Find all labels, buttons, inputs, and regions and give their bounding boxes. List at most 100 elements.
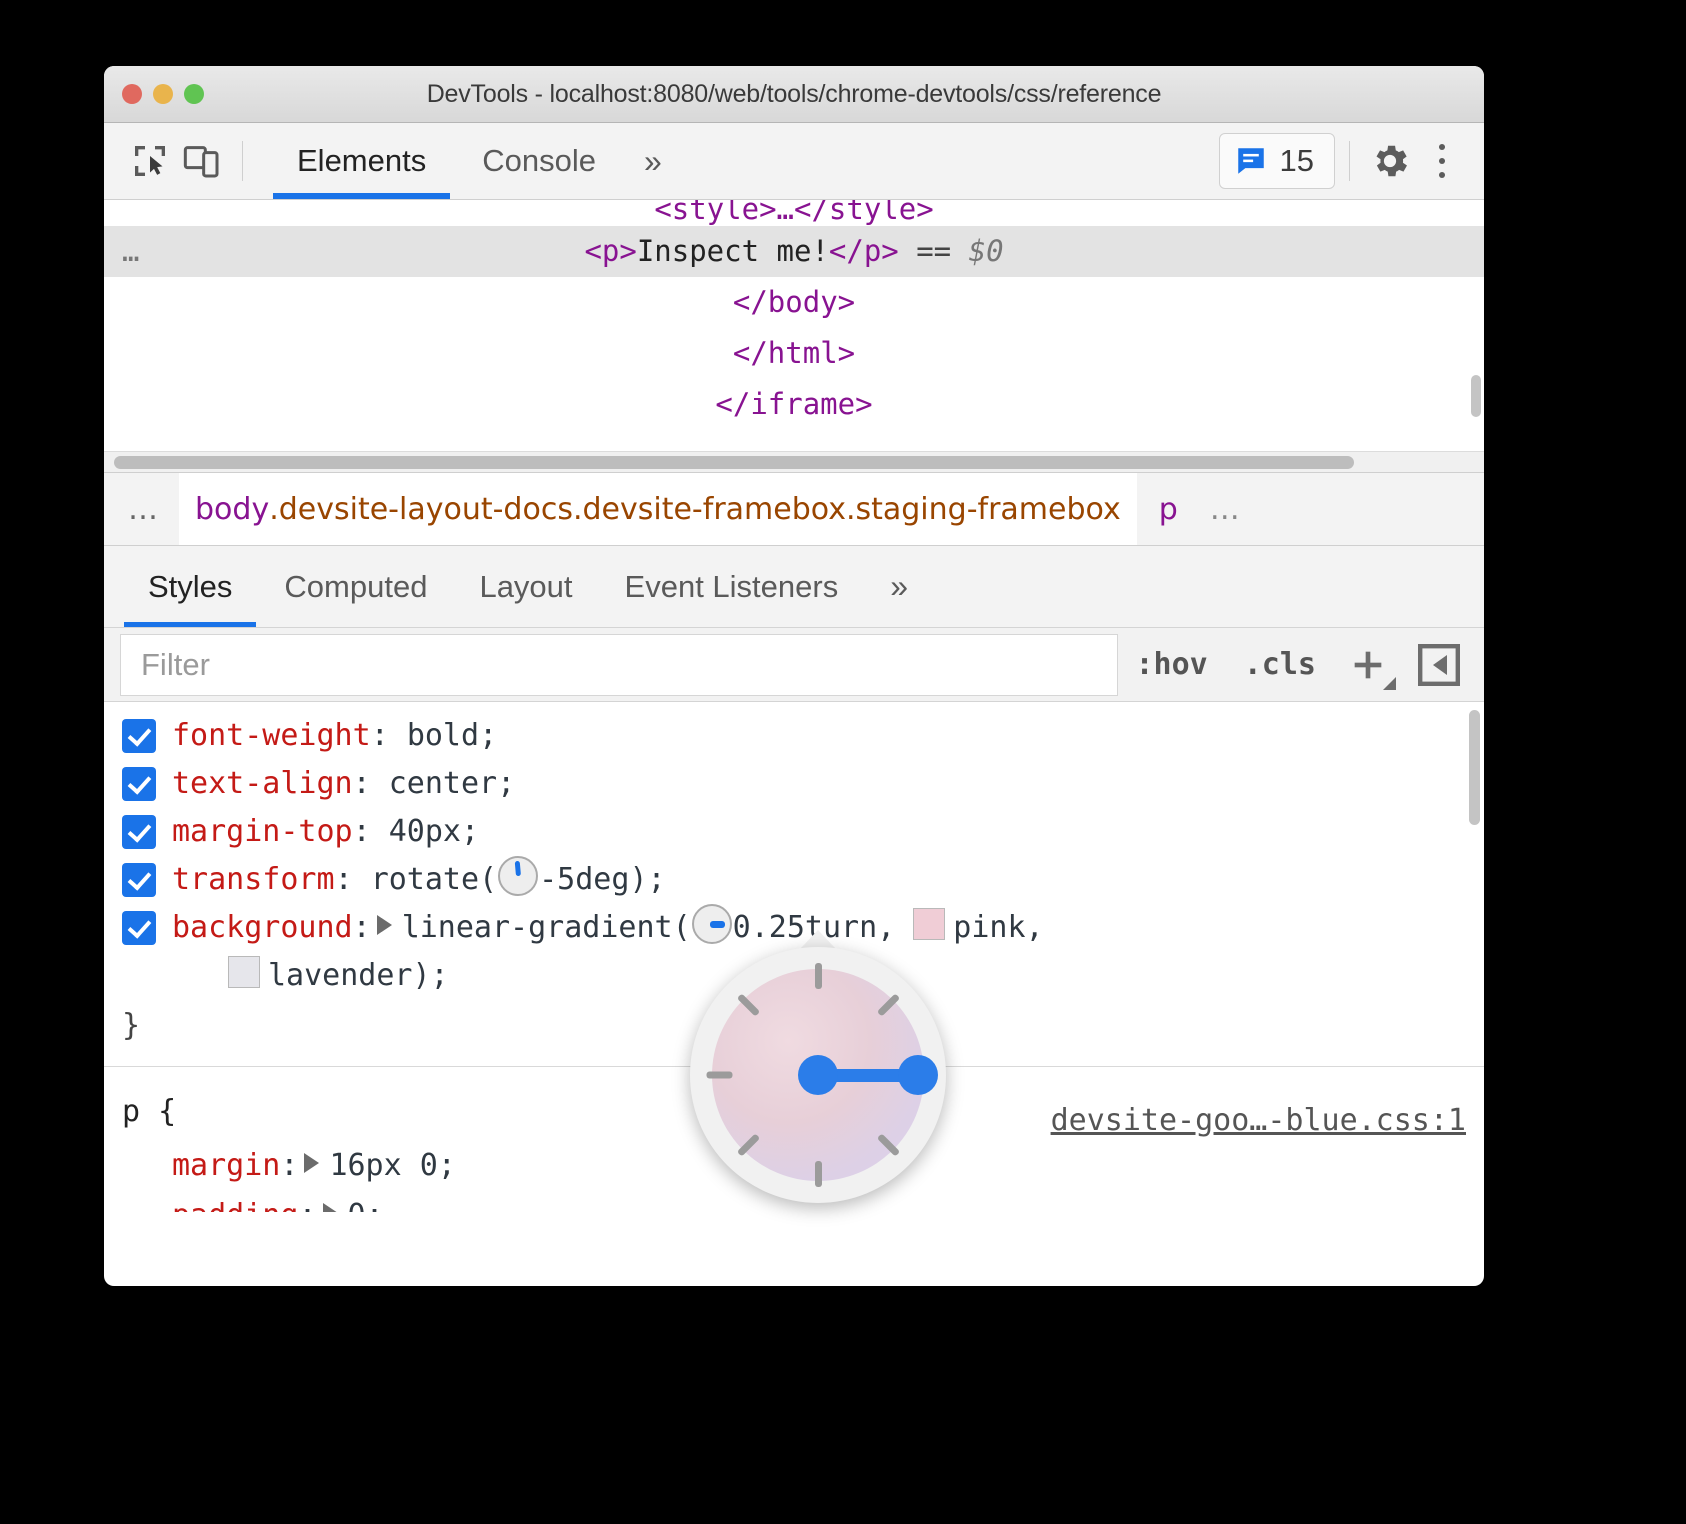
declaration-checkbox[interactable] xyxy=(122,911,156,945)
property-value[interactable]: 0; xyxy=(348,1198,384,1212)
property-value-suffix: ); xyxy=(629,856,665,904)
styles-filter-toolbar: Filter :hov .cls xyxy=(104,628,1484,702)
breadcrumb-tag-name: body xyxy=(195,492,269,527)
dom-row-html-close[interactable]: </html> xyxy=(104,328,1484,379)
gear-icon[interactable] xyxy=(1364,135,1416,187)
tab-layout[interactable]: Layout xyxy=(453,546,598,627)
styles-pane-scrollbar[interactable] xyxy=(1469,710,1480,825)
angle-tick-icon xyxy=(815,1161,822,1187)
filter-placeholder: Filter xyxy=(141,647,210,683)
declaration-margin-top[interactable]: margin-top: 40px; xyxy=(104,808,1484,856)
inspect-cursor-icon[interactable] xyxy=(124,135,176,187)
dom-row-body-close[interactable]: </body> xyxy=(104,277,1484,328)
dom-tree[interactable]: <style>…</style> … <p>Inspect me!</p> ==… xyxy=(104,200,1484,472)
declaration-checkbox[interactable] xyxy=(122,815,156,849)
color-name-lavender[interactable]: lavender xyxy=(268,958,413,993)
tab-more-chevron-icon[interactable]: » xyxy=(864,546,934,627)
tab-elements[interactable]: Elements xyxy=(269,123,454,199)
property-name[interactable]: margin xyxy=(172,1148,280,1183)
maximize-window-button[interactable] xyxy=(184,84,204,104)
popup-caret-icon xyxy=(801,930,835,948)
console-message-count: 15 xyxy=(1280,143,1314,179)
expand-arrow-icon[interactable] xyxy=(377,915,392,935)
angle-picker-end-knob[interactable] xyxy=(898,1055,938,1095)
dom-tag-close: </p> xyxy=(829,234,899,268)
angle-clock-icon[interactable] xyxy=(498,856,538,896)
breadcrumb-item-body[interactable]: body.devsite-layout-docs.devsite-framebo… xyxy=(179,473,1137,545)
dom-node-text: </iframe> xyxy=(715,387,872,421)
filter-input[interactable]: Filter xyxy=(120,634,1118,696)
message-bubble-icon xyxy=(1234,144,1268,178)
property-value[interactable]: 16px 0; xyxy=(329,1148,455,1183)
property-value-prefix[interactable]: linear-gradient( xyxy=(402,910,691,945)
expand-arrow-icon[interactable] xyxy=(323,1203,338,1212)
toggle-computed-sidebar-icon[interactable] xyxy=(1408,634,1470,696)
angle-picker-center-knob[interactable] xyxy=(798,1055,838,1095)
kebab-menu-icon[interactable] xyxy=(1416,135,1468,187)
close-window-button[interactable] xyxy=(122,84,142,104)
declaration-font-weight[interactable]: font-weight: bold; xyxy=(104,712,1484,760)
dom-node-text: </html> xyxy=(733,336,855,370)
tab-more-chevron-icon[interactable]: » xyxy=(624,123,682,199)
declaration-checkbox[interactable] xyxy=(122,719,156,753)
declaration-text-align[interactable]: text-align: center; xyxy=(104,760,1484,808)
dom-row-iframe-close[interactable]: </iframe> xyxy=(104,379,1484,430)
expand-arrow-icon[interactable] xyxy=(304,1153,319,1173)
tab-styles[interactable]: Styles xyxy=(122,546,258,627)
declaration-checkbox[interactable] xyxy=(122,767,156,801)
property-value[interactable]: center xyxy=(389,760,497,808)
breadcrumb-class-list: .devsite-layout-docs.devsite-framebox.st… xyxy=(269,492,1121,527)
toggle-element-state-button[interactable]: :hov xyxy=(1118,647,1226,682)
panel-tabs: Elements Console » xyxy=(269,123,682,199)
property-value-angle[interactable]: -5deg xyxy=(539,856,629,904)
toolbar-divider-2 xyxy=(1349,141,1350,181)
color-name-pink[interactable]: pink xyxy=(953,910,1025,945)
property-value-prefix[interactable]: rotate( xyxy=(371,856,497,904)
dom-tree-horizontal-scrollbar[interactable] xyxy=(104,451,1484,472)
value-separator: , xyxy=(877,910,913,945)
angle-turn-icon[interactable] xyxy=(692,904,732,944)
property-name[interactable]: padding xyxy=(172,1198,298,1212)
property-name[interactable]: font-weight xyxy=(172,712,371,760)
breadcrumb-overflow-button[interactable]: … xyxy=(104,492,179,527)
property-name[interactable]: background xyxy=(172,910,353,945)
tab-event-listeners[interactable]: Event Listeners xyxy=(599,546,865,627)
window-traffic-lights[interactable] xyxy=(122,84,204,104)
breadcrumb-trailing-ellipsis[interactable]: … xyxy=(1200,492,1253,527)
property-value[interactable]: bold xyxy=(407,712,479,760)
stylesheet-source-link[interactable]: devsite-goo…-blue.css:1 xyxy=(1051,1103,1466,1138)
new-style-rule-button[interactable] xyxy=(1334,634,1402,696)
property-name[interactable]: text-align xyxy=(172,760,353,808)
dom-tag-open: <p> xyxy=(584,234,636,268)
dom-row-selected-p[interactable]: … <p>Inspect me!</p> == $0 xyxy=(104,226,1484,277)
window-title: DevTools - localhost:8080/web/tools/chro… xyxy=(427,80,1162,109)
styles-sidebar-tabs: Styles Computed Layout Event Listeners » xyxy=(104,546,1484,628)
device-toolbar-icon[interactable] xyxy=(176,135,228,187)
color-swatch-pink[interactable] xyxy=(913,908,945,940)
scrollbar-thumb[interactable] xyxy=(114,456,1354,469)
angle-tick-icon xyxy=(706,1072,732,1079)
dom-selected-var: $0 xyxy=(969,234,1004,268)
toolbar-divider xyxy=(242,141,243,181)
property-value-suffix: ); xyxy=(413,958,449,993)
dropdown-triangle-icon xyxy=(1383,677,1396,690)
element-classes-button[interactable]: .cls xyxy=(1226,647,1334,682)
property-value[interactable]: 40px xyxy=(389,808,461,856)
property-name[interactable]: margin-top xyxy=(172,808,353,856)
dom-row-style[interactable]: <style>…</style> xyxy=(104,200,1484,226)
minimize-window-button[interactable] xyxy=(153,84,173,104)
dom-node-text: <style>…</style> xyxy=(654,200,933,226)
tab-console[interactable]: Console xyxy=(454,123,624,199)
declaration-checkbox[interactable] xyxy=(122,863,156,897)
dom-tree-vertical-scrollbar[interactable] xyxy=(1471,375,1481,417)
breadcrumb-item-p[interactable]: p xyxy=(1137,492,1200,527)
tab-computed[interactable]: Computed xyxy=(258,546,453,627)
angle-picker-clock[interactable] xyxy=(690,947,946,1203)
color-swatch-lavender[interactable] xyxy=(228,956,260,988)
screenshot-root: DevTools - localhost:8080/web/tools/chro… xyxy=(0,0,1686,1524)
property-name[interactable]: transform xyxy=(172,856,335,904)
console-messages-button[interactable]: 15 xyxy=(1219,133,1335,189)
devtools-main-toolbar: Elements Console » 15 xyxy=(104,123,1484,200)
dom-row-ellipsis[interactable]: … xyxy=(122,226,142,277)
declaration-transform[interactable]: transform: rotate(-5deg); xyxy=(104,856,1484,904)
